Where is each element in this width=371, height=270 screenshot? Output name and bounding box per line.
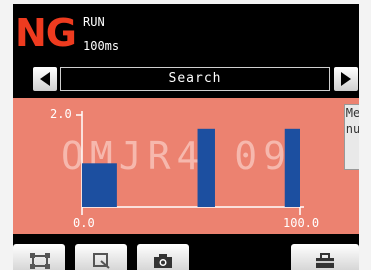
zoom-button[interactable] — [75, 244, 127, 270]
navigation-bar: Search — [13, 66, 359, 94]
x-axis-max-label: 100.0 — [283, 216, 320, 230]
current-item-title: Search — [60, 67, 330, 91]
toolbox-button[interactable] — [291, 244, 359, 270]
histogram-bar-2 — [197, 128, 215, 207]
previous-item-button[interactable] — [33, 67, 57, 91]
left-arrow-icon — [40, 72, 50, 86]
frame-button[interactable] — [13, 244, 65, 270]
judgement-result: NG — [15, 11, 77, 55]
run-mode-label: RUN — [83, 15, 105, 29]
right-arrow-icon — [341, 72, 351, 86]
touch-screen: NG RUN 100ms Search OMJR4 09 2.0 0.0 100… — [13, 4, 359, 270]
next-item-button[interactable] — [334, 67, 358, 91]
toolbox-icon — [316, 253, 334, 268]
status-bar: NG RUN 100ms — [13, 4, 359, 62]
camera-icon — [154, 254, 172, 268]
device-bezel: NG RUN 100ms Search OMJR4 09 2.0 0.0 100… — [0, 0, 371, 270]
y-axis-max-label: 2.0 — [50, 107, 72, 121]
bottom-toolbar — [13, 240, 359, 270]
histogram-bar-1 — [82, 163, 117, 207]
frame-icon — [30, 253, 50, 269]
histogram-bar-3 — [284, 128, 300, 207]
zoom-icon — [93, 253, 110, 269]
camera-button[interactable] — [137, 244, 189, 270]
menu-tab[interactable]: Menu — [344, 104, 359, 170]
processing-time-label: 100ms — [83, 39, 120, 53]
result-graph: OMJR4 09 2.0 0.0 100.0 Menu — [13, 98, 359, 234]
x-axis-min-label: 0.0 — [73, 216, 95, 230]
